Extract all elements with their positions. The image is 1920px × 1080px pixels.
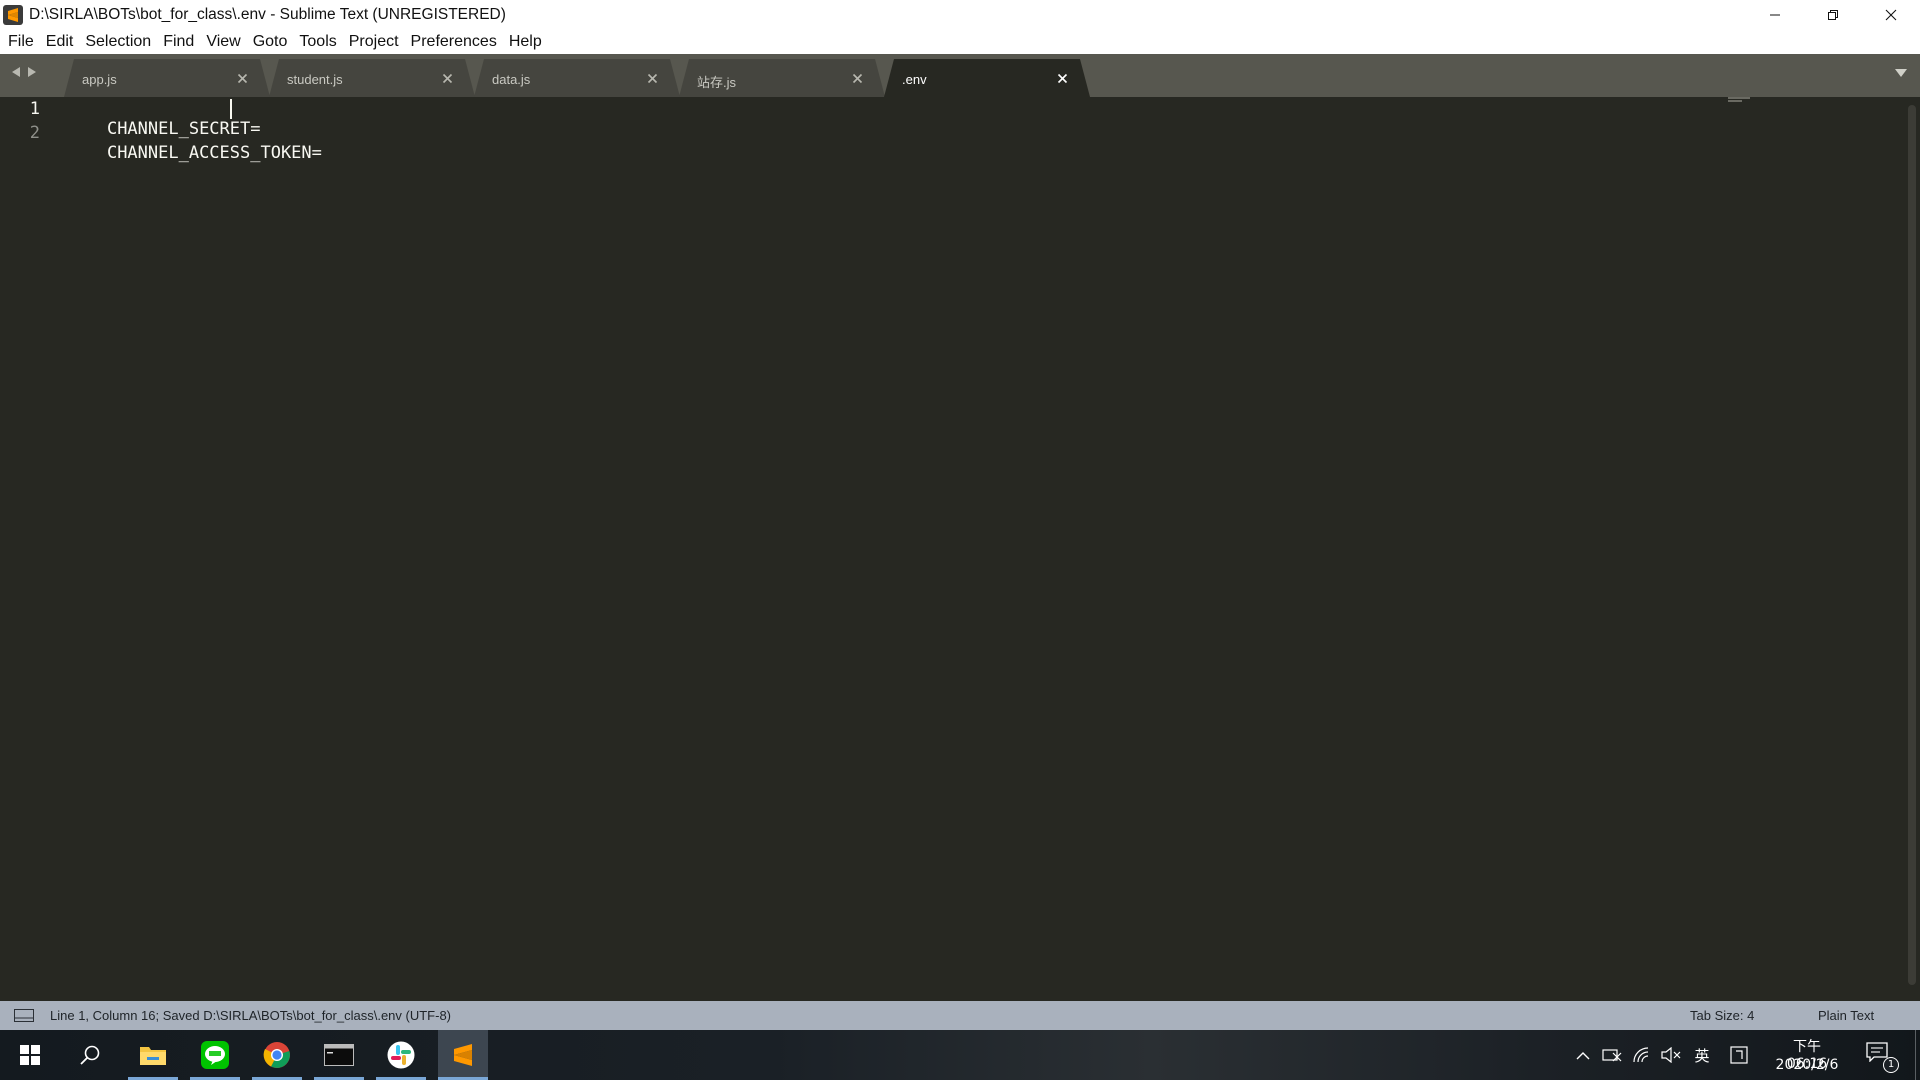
vertical-scrollbar[interactable]: [1908, 105, 1916, 985]
ime-mode-icon: [1730, 1046, 1748, 1064]
wifi-icon: [1633, 1047, 1649, 1063]
start-icon: [20, 1045, 40, 1065]
show-desktop-button[interactable]: [1915, 1030, 1920, 1080]
menu-preferences[interactable]: Preferences: [405, 29, 503, 54]
tab-close-icon[interactable]: [442, 73, 453, 84]
menu-goto[interactable]: Goto: [247, 29, 294, 54]
close-icon: [1885, 9, 1897, 20]
status-message: Line 1, Column 16; Saved D:\SIRLA\BOTs\b…: [50, 1008, 452, 1023]
menu-file[interactable]: File: [2, 29, 40, 54]
tab-list-dropdown-icon[interactable]: [1894, 68, 1908, 78]
minimize-button[interactable]: [1746, 0, 1804, 29]
tab-label: student.js: [287, 72, 343, 87]
network-disconnected-icon: [1602, 1049, 1622, 1062]
panel-toggle-icon[interactable]: [14, 1009, 34, 1022]
tab-close-icon[interactable]: [647, 73, 658, 84]
menu-tools[interactable]: Tools: [293, 29, 342, 54]
tab-scroll-left-icon[interactable]: [10, 66, 21, 78]
menu-bar: File Edit Selection Find View Goto Tools…: [0, 29, 1920, 54]
file-explorer-icon: [140, 1047, 166, 1065]
taskbar-slack[interactable]: [376, 1030, 426, 1080]
clock-date[interactable]: 2020/2/6: [1772, 1057, 1842, 1073]
tab-label: 站存.js: [697, 75, 737, 90]
editor-area[interactable]: 1 2 CHANNEL_SECRET= CHANNEL_ACCESS_TOKEN…: [0, 97, 1920, 1001]
tab-label: data.js: [492, 72, 531, 87]
minimize-icon: [1770, 14, 1780, 15]
tab-env[interactable]: .env: [884, 59, 1099, 97]
tab-bar: app.js student.js data.js 站存.js .env: [0, 54, 1920, 97]
taskbar-terminal[interactable]: [314, 1030, 364, 1080]
taskbar-file-explorer[interactable]: [128, 1030, 178, 1080]
status-bar: Line 1, Column 16; Saved D:\SIRLA\BOTs\b…: [0, 1001, 1920, 1030]
text-cursor: [230, 99, 232, 119]
taskbar-sublime-text[interactable]: [438, 1030, 488, 1080]
taskbar-line-app[interactable]: [190, 1030, 240, 1080]
line-number: 2: [29, 123, 40, 143]
tab-size-selector[interactable]: Tab Size: 4: [1690, 1008, 1754, 1023]
menu-project[interactable]: Project: [343, 29, 405, 54]
window-title: D:\SIRLA\BOTs\bot_for_class\.env - Subli…: [29, 5, 506, 23]
tab-app-js[interactable]: app.js: [64, 59, 279, 97]
start-button[interactable]: [5, 1030, 55, 1080]
tray-ime-mode[interactable]: [1728, 1044, 1750, 1066]
menu-edit[interactable]: Edit: [40, 29, 80, 54]
tab-student-js[interactable]: student.js: [269, 59, 484, 97]
menu-selection[interactable]: Selection: [79, 29, 157, 54]
taskbar-chrome[interactable]: [252, 1030, 302, 1080]
sublime-text-icon: [454, 1044, 472, 1066]
notification-count-badge: 1: [1883, 1057, 1899, 1073]
terminal-icon: [324, 1044, 354, 1066]
code-text: CHANNEL_ACCESS_TOKEN=: [106, 143, 322, 163]
menu-help[interactable]: Help: [503, 29, 548, 54]
line-number: 1: [29, 99, 40, 119]
tab-close-icon[interactable]: [1057, 73, 1068, 84]
tab-data-js[interactable]: data.js: [474, 59, 689, 97]
taskbar: 英 下午 06:16 2020/2/6 1: [0, 1030, 1920, 1080]
restore-icon: [1828, 9, 1838, 20]
tray-input-method[interactable]: 英: [1691, 1044, 1713, 1066]
close-window-button[interactable]: [1862, 0, 1920, 29]
tab-close-icon[interactable]: [852, 73, 863, 84]
menu-find[interactable]: Find: [157, 29, 200, 54]
tray-expand-button[interactable]: [1572, 1044, 1594, 1066]
menu-view[interactable]: View: [200, 29, 246, 54]
line-app-icon: [201, 1041, 229, 1069]
slack-icon: [387, 1041, 415, 1069]
chrome-icon: [263, 1042, 290, 1068]
tab-close-icon[interactable]: [237, 73, 248, 84]
minimap-viewport[interactable]: [1728, 97, 1750, 102]
tab-label: .env: [902, 72, 927, 87]
tray-wifi[interactable]: [1631, 1044, 1653, 1066]
restore-button[interactable]: [1804, 0, 1862, 29]
sublime-logo-icon: [3, 4, 23, 25]
title-bar: D:\SIRLA\BOTs\bot_for_class\.env - Subli…: [0, 0, 1920, 29]
tab-label: app.js: [82, 72, 117, 87]
code-line-2[interactable]: CHANNEL_ACCESS_TOKEN=: [66, 123, 322, 183]
tab-scroll-right-icon[interactable]: [27, 66, 38, 78]
tab-zhancun-js[interactable]: 站存.js: [679, 59, 894, 97]
volume-muted-icon: [1661, 1047, 1681, 1063]
syntax-selector[interactable]: Plain Text: [1818, 1008, 1874, 1023]
ime-label: 英: [1694, 1046, 1710, 1065]
search-button[interactable]: [65, 1030, 115, 1080]
search-icon: [80, 1045, 100, 1065]
tray-network-disconnected[interactable]: [1601, 1044, 1623, 1066]
tray-volume[interactable]: [1660, 1044, 1682, 1066]
chevron-up-icon: [1576, 1051, 1590, 1059]
